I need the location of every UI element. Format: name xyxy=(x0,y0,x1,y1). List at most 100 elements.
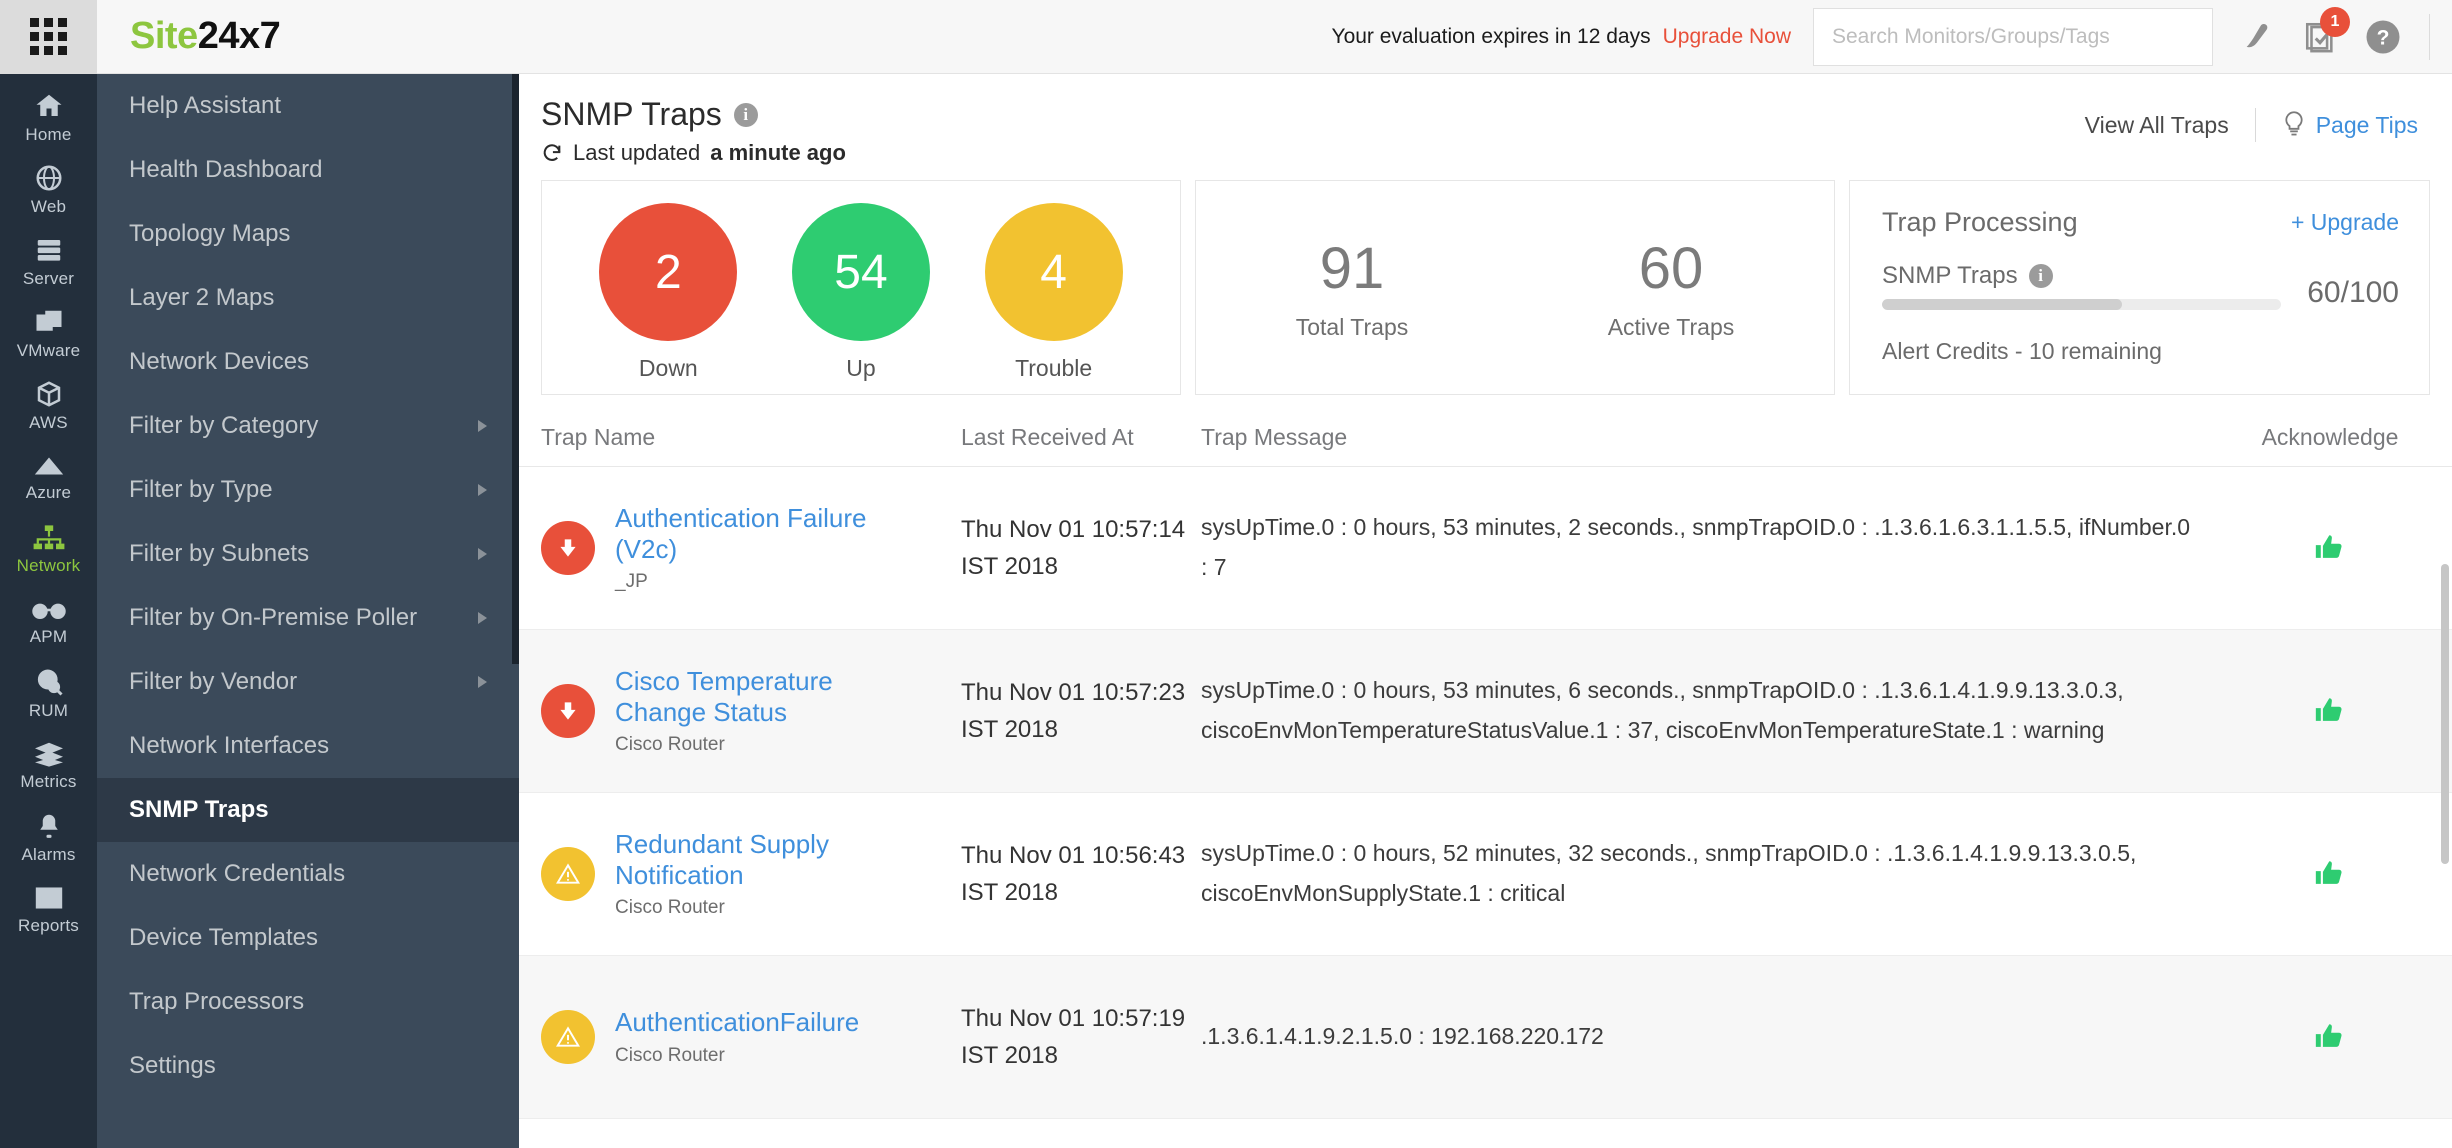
menu-item-filter-by-on-premise-poller[interactable]: Filter by On-Premise Poller xyxy=(97,586,519,650)
menu-item-network-credentials[interactable]: Network Credentials xyxy=(97,842,519,906)
search-box[interactable] xyxy=(1813,7,2213,66)
menu-item-snmp-traps[interactable]: SNMP Traps xyxy=(97,778,519,842)
total-traps-value: 91 xyxy=(1319,235,1385,301)
main-content: SNMP Traps i Last updated a minute ago V… xyxy=(519,74,2452,1148)
rail-item-server[interactable]: Server xyxy=(0,226,97,298)
menu-item-help-assistant[interactable]: Help Assistant xyxy=(97,74,519,138)
menu-item-label: Network Credentials xyxy=(129,860,346,887)
menu-item-network-devices[interactable]: Network Devices xyxy=(97,330,519,394)
rail-item-azure[interactable]: Azure xyxy=(0,442,97,514)
grid-icon xyxy=(30,18,67,55)
thumbs-up-icon[interactable] xyxy=(2313,694,2347,728)
trap-message-cell: .1.3.6.1.4.1.9.2.1.5.0 : 192.168.220.172 xyxy=(1201,1023,1604,1050)
menu-item-device-templates[interactable]: Device Templates xyxy=(97,906,519,970)
rail-label: Azure xyxy=(25,483,72,502)
rail-label: APM xyxy=(29,627,68,646)
info-icon[interactable]: i xyxy=(2028,264,2053,288)
rail-item-network[interactable]: Network xyxy=(0,514,97,586)
search-input[interactable] xyxy=(1832,24,2194,49)
severity-trouble-icon xyxy=(541,847,595,901)
thumbs-up-icon[interactable] xyxy=(2313,531,2347,565)
status-summary-card: 2 Down 54 Up 4 Trouble xyxy=(541,180,1181,395)
menu-scrollbar[interactable] xyxy=(512,74,519,664)
pen-icon[interactable] xyxy=(2241,20,2275,54)
last-received-cell: Thu Nov 01 10:56:43 IST 2018 xyxy=(961,841,1186,906)
table-header-row: Trap Name Last Received At Trap Message … xyxy=(519,409,2452,467)
status-bubble-label-trouble: Trouble xyxy=(1015,355,1093,381)
menu-item-filter-by-type[interactable]: Filter by Type xyxy=(97,458,519,522)
rail-item-alarms[interactable]: Alarms xyxy=(0,802,97,874)
rail-item-apm[interactable]: APM xyxy=(0,586,97,658)
column-header-acknowledge: Acknowledge xyxy=(2261,424,2399,450)
status-bubble-value-down[interactable]: 2 xyxy=(599,203,738,341)
status-bubble-value-up[interactable]: 54 xyxy=(791,203,930,341)
app-switcher-button[interactable] xyxy=(0,0,97,74)
trap-processing-header: Trap Processing + Upgrade xyxy=(1882,207,2399,238)
rail-item-web[interactable]: Web xyxy=(0,154,97,226)
rail-item-aws[interactable]: AWS xyxy=(0,370,97,442)
thumbs-up-icon[interactable] xyxy=(2313,857,2347,891)
menu-item-label: Filter by Subnets xyxy=(129,540,310,567)
toolbar-divider xyxy=(2429,13,2430,60)
menu-item-topology-maps[interactable]: Topology Maps xyxy=(97,202,519,266)
menu-item-filter-by-subnets[interactable]: Filter by Subnets xyxy=(97,522,519,586)
table-row[interactable]: Redundant Supply Notification Cisco Rout… xyxy=(519,793,2452,956)
upgrade-link[interactable]: + Upgrade xyxy=(2291,209,2399,236)
total-traps-metric: 91 Total Traps xyxy=(1296,235,1409,341)
info-icon[interactable]: i xyxy=(733,102,758,127)
chevron-right-icon xyxy=(478,676,487,688)
trap-name-link[interactable]: Authentication Failure (V2c) xyxy=(615,503,915,564)
rail-item-reports[interactable]: Reports xyxy=(0,874,97,946)
table-row[interactable]: AuthenticationFailure Cisco Router Thu N… xyxy=(519,956,2452,1119)
status-bubble-value-trouble[interactable]: 4 xyxy=(984,203,1123,341)
column-header-trap-name: Trap Name xyxy=(541,424,656,450)
active-traps-label: Active Traps xyxy=(1607,313,1735,340)
trap-message-cell: sysUpTime.0 : 0 hours, 53 minutes, 6 sec… xyxy=(1201,677,2124,743)
app-root: Site24x7 Your evaluation expires in 12 d… xyxy=(0,0,2452,1148)
trap-device-name: Cisco Router xyxy=(615,734,725,756)
rail-label: Home xyxy=(25,125,72,144)
menu-item-filter-by-category[interactable]: Filter by Category xyxy=(97,394,519,458)
refresh-icon[interactable] xyxy=(541,142,563,164)
acknowledge-cell[interactable] xyxy=(2230,531,2430,565)
trap-name-link[interactable]: AuthenticationFailure xyxy=(615,1007,859,1038)
brand-logo[interactable]: Site24x7 xyxy=(97,15,281,58)
menu-item-network-interfaces[interactable]: Network Interfaces xyxy=(97,714,519,778)
menu-item-label: Filter by Type xyxy=(129,476,273,503)
acknowledge-cell[interactable] xyxy=(2230,857,2430,891)
view-all-traps-link[interactable]: View All Traps xyxy=(2085,112,2229,139)
page-tips-link[interactable]: Page Tips xyxy=(2282,111,2418,139)
main-scrollbar[interactable] xyxy=(2441,564,2449,864)
acknowledge-cell[interactable] xyxy=(2230,694,2430,728)
trap-name-text: Cisco Temperature Change Status Cisco Ro… xyxy=(615,666,915,756)
table-row[interactable]: Authentication Failure (V2c) _JP Thu Nov… xyxy=(519,467,2452,630)
top-bar: Site24x7 Your evaluation expires in 12 d… xyxy=(0,0,2452,74)
acknowledge-cell[interactable] xyxy=(2230,1020,2430,1054)
trap-name-link[interactable]: Redundant Supply Notification xyxy=(615,829,915,890)
last-updated-value: a minute ago xyxy=(710,140,846,165)
menu-item-layer-2-maps[interactable]: Layer 2 Maps xyxy=(97,266,519,330)
menu-item-label: Network Devices xyxy=(129,348,310,375)
rail-item-home[interactable]: Home xyxy=(0,82,97,154)
rail-item-rum[interactable]: RUM xyxy=(0,658,97,730)
trap-processing-title: Trap Processing xyxy=(1882,207,2078,237)
rail-item-metrics[interactable]: Metrics xyxy=(0,730,97,802)
trap-processing-progress: SNMP Traps i xyxy=(1882,262,2282,310)
svg-text:?: ? xyxy=(2377,26,2390,49)
menu-item-trap-processors[interactable]: Trap Processors xyxy=(97,970,519,1034)
top-bar-right: Your evaluation expires in 12 days Upgra… xyxy=(1331,0,2452,73)
rail-label: Network xyxy=(16,556,81,575)
rail-label: Metrics xyxy=(20,772,77,791)
thumbs-up-icon[interactable] xyxy=(2313,1020,2347,1054)
last-received-cell: Thu Nov 01 10:57:19 IST 2018 xyxy=(961,1004,1186,1069)
menu-item-label: Health Dashboard xyxy=(129,156,323,183)
menu-item-filter-by-vendor[interactable]: Filter by Vendor xyxy=(97,650,519,714)
help-icon[interactable]: ? xyxy=(2365,19,2401,55)
table-row[interactable]: Cisco Temperature Change Status Cisco Ro… xyxy=(519,630,2452,793)
menu-item-settings[interactable]: Settings xyxy=(97,1034,519,1098)
trap-name-link[interactable]: Cisco Temperature Change Status xyxy=(615,666,915,727)
menu-item-health-dashboard[interactable]: Health Dashboard xyxy=(97,138,519,202)
rail-item-vmware[interactable]: VMware xyxy=(0,298,97,370)
notes-icon[interactable]: 1 xyxy=(2303,6,2350,54)
upgrade-now-link[interactable]: Upgrade Now xyxy=(1663,25,1791,49)
